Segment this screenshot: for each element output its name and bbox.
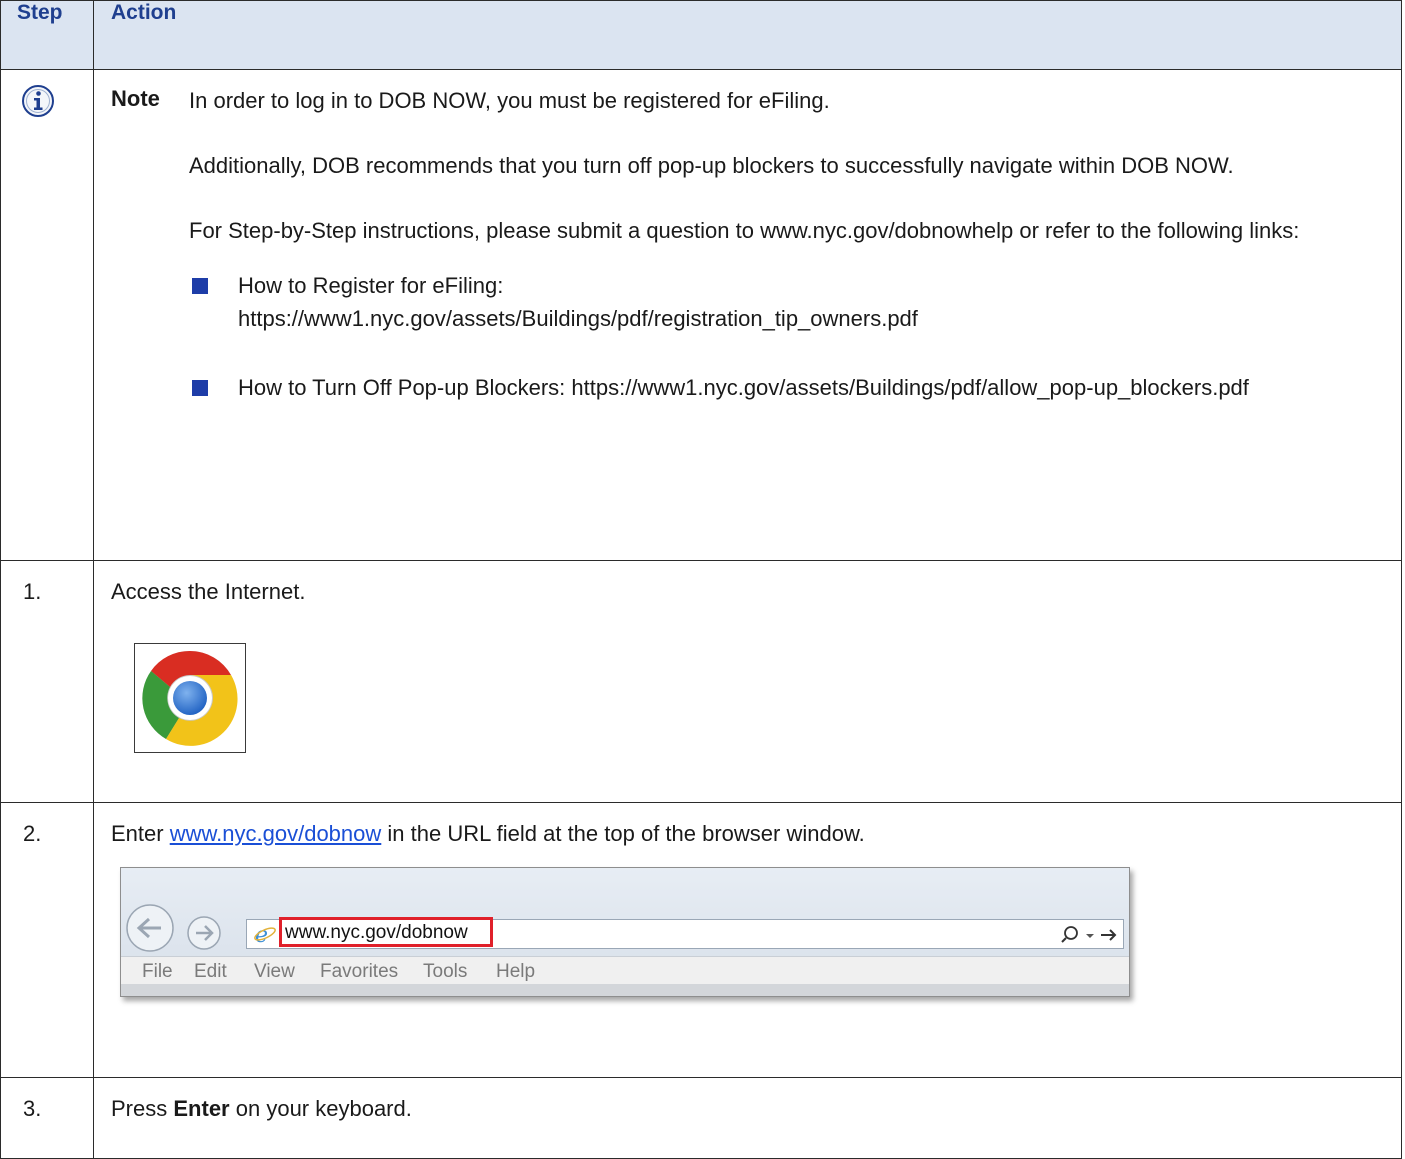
steps-table: Step Action Note In order to log in to D… — [0, 0, 1402, 1159]
note-block: Note In order to log in to DOB NOW, you … — [94, 70, 1401, 558]
step-text: Press Enter on your keyboard. — [94, 1078, 1401, 1122]
step-number-cell: 2. — [0, 802, 94, 1078]
bullet-register: How to Register for eFiling: https://www… — [189, 269, 1369, 335]
dobnow-link[interactable]: www.nyc.gov/dobnow — [170, 821, 382, 846]
step-number: 3. — [23, 1096, 42, 1121]
chrome-image — [134, 643, 246, 753]
bullet-square-icon — [192, 278, 208, 294]
step-suffix: on your keyboard. — [235, 1096, 412, 1121]
bullet-register-url[interactable]: https://www1.nyc.gov/assets/Buildings/pd… — [238, 302, 1369, 335]
step-number-cell: 1. — [0, 560, 94, 803]
bullet-square-icon — [192, 380, 208, 396]
step-action-cell: Enter www.nyc.gov/dobnow in the URL fiel… — [93, 802, 1402, 1078]
note-body: In order to log in to DOB NOW, you must … — [189, 84, 1369, 440]
address-controls — [1061, 926, 1117, 943]
note-paragraph-2: Additionally, DOB recommends that you tu… — [189, 153, 1234, 178]
chrome-icon — [142, 650, 238, 746]
step-number: 2. — [23, 821, 42, 846]
note-paragraph-1: In order to log in to DOB NOW, you must … — [189, 88, 830, 113]
info-icon — [22, 85, 54, 117]
step-text: Enter www.nyc.gov/dobnow in the URL fiel… — [94, 803, 1401, 847]
bullet-popup: How to Turn Off Pop-up Blockers: https:/… — [189, 371, 1369, 404]
step-action-cell: Access the Internet. — [93, 560, 1402, 803]
step-bold-key: Enter — [173, 1096, 230, 1121]
browser-screenshot: e www.nyc.gov/dobnow File Edit View Favo… — [120, 867, 1130, 997]
menu-tools[interactable]: Tools — [423, 961, 467, 983]
bullet-popup-title: How to Turn Off Pop-up Blockers: — [238, 375, 566, 400]
dropdown-icon[interactable] — [1086, 934, 1094, 938]
step-prefix: Press — [111, 1096, 168, 1121]
bullet-popup-url[interactable]: https://www1.nyc.gov/assets/Buildings/pd… — [571, 375, 1248, 400]
header-step: Step — [0, 0, 94, 70]
step-row-3: 3. Press Enter on your keyboard. — [0, 1077, 1402, 1159]
header-row: Step Action — [0, 0, 1402, 70]
step-row-1: 1. Access the Internet. — [0, 560, 1402, 803]
menu-file[interactable]: File — [142, 961, 173, 983]
step-row-2: 2. Enter www.nyc.gov/dobnow in the URL f… — [0, 802, 1402, 1078]
step-action-cell: Press Enter on your keyboard. — [93, 1077, 1402, 1159]
step-text: Access the Internet. — [111, 579, 306, 604]
step-number-cell: 3. — [0, 1077, 94, 1159]
browser-menu-bar: File Edit View Favorites Tools Help — [121, 956, 1129, 985]
menu-help[interactable]: Help — [496, 961, 535, 983]
note-icon-cell — [0, 69, 94, 561]
address-bar[interactable]: e www.nyc.gov/dobnow — [246, 917, 1124, 949]
step-suffix: in the URL field at the top of the brows… — [387, 821, 865, 846]
menu-favorites[interactable]: Favorites — [320, 961, 398, 983]
nav-buttons — [126, 904, 221, 952]
step-number: 1. — [23, 579, 42, 604]
ie-icon: e — [254, 923, 276, 945]
menu-view[interactable]: View — [254, 961, 295, 983]
address-text: www.nyc.gov/dobnow — [285, 922, 468, 943]
note-paragraph-3: For Step-by-Step instructions, please su… — [189, 218, 1300, 243]
note-cell: Note In order to log in to DOB NOW, you … — [93, 69, 1402, 561]
note-label: Note — [111, 86, 160, 111]
bullet-register-title: How to Register for eFiling: — [238, 273, 504, 298]
go-arrow-icon[interactable] — [1101, 929, 1117, 941]
note-row: Note In order to log in to DOB NOW, you … — [0, 69, 1402, 561]
browser-status-strip — [121, 984, 1129, 996]
menu-edit[interactable]: Edit — [194, 961, 227, 983]
search-icon[interactable] — [1064, 926, 1078, 940]
header-action: Action — [93, 0, 1402, 70]
step-prefix: Enter — [111, 821, 164, 846]
